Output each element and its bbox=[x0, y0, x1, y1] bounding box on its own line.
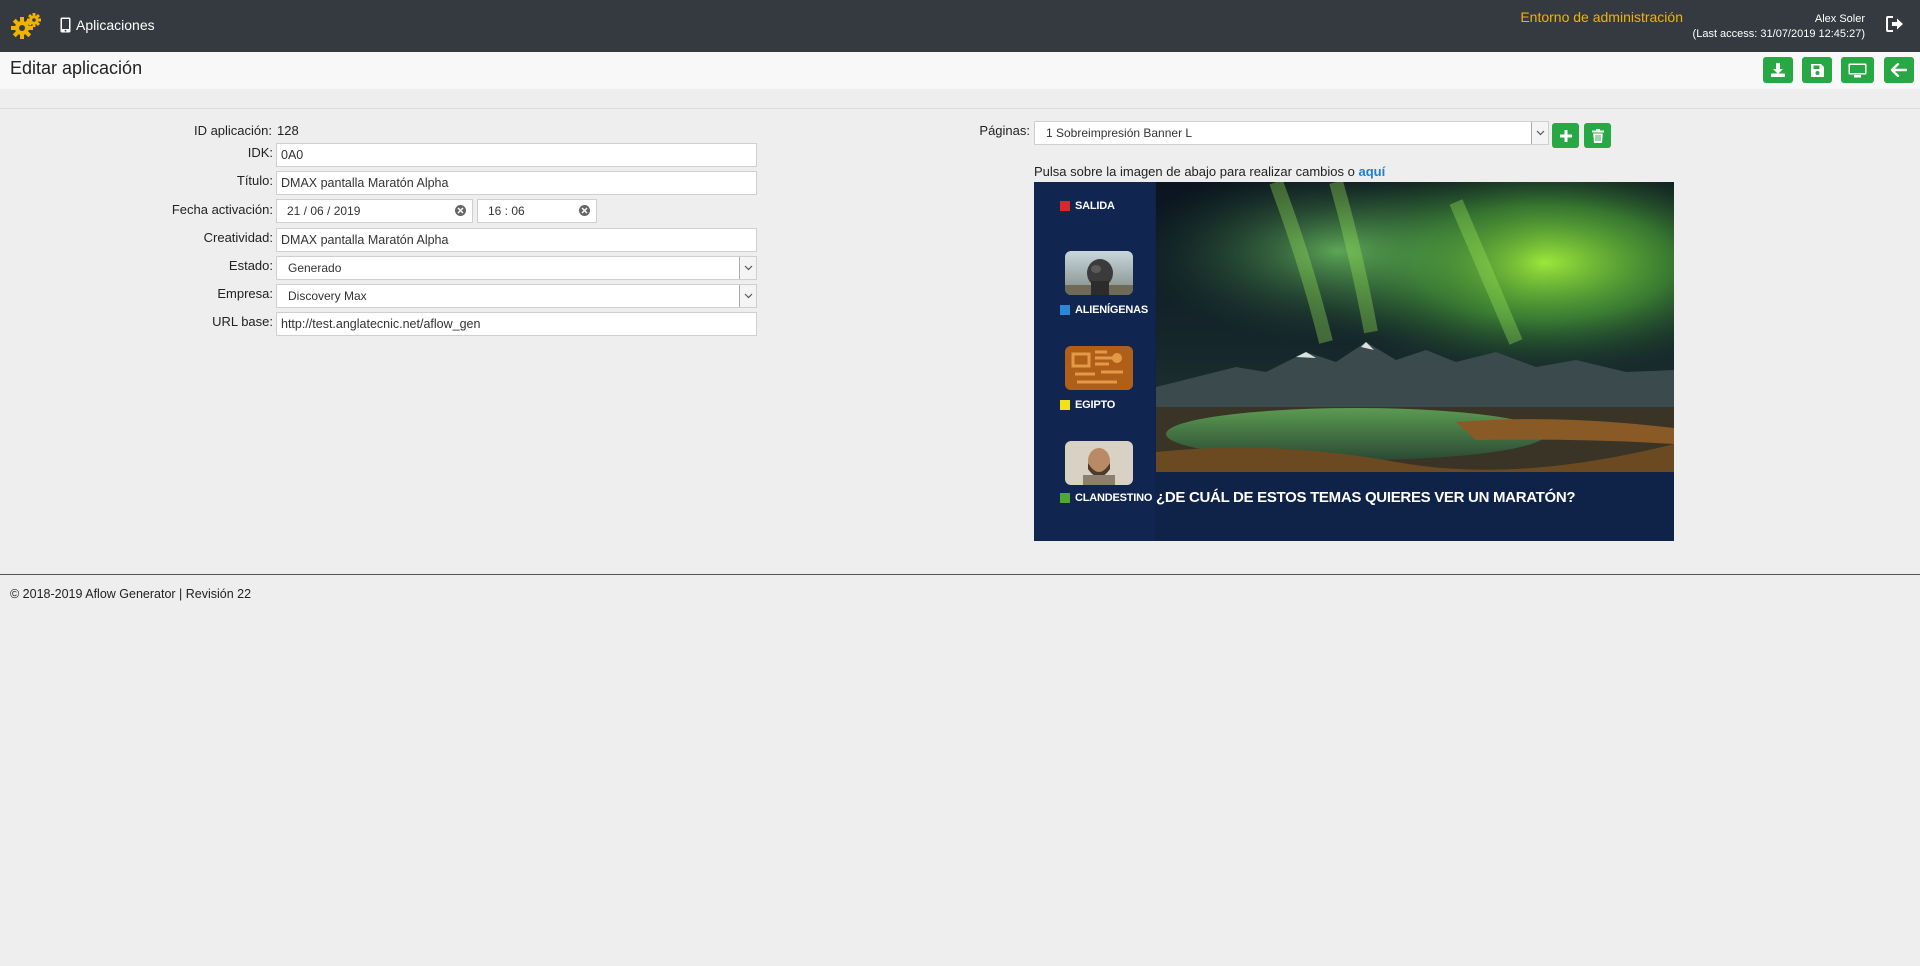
nav-aplicaciones-label: Aplicaciones bbox=[76, 17, 155, 33]
banner-option-alienigenas: ALIENÍGENAS bbox=[1060, 304, 1148, 316]
mobile-phone-icon bbox=[60, 17, 71, 33]
fecha-time-value: 16 : 06 bbox=[488, 204, 525, 218]
plus-icon bbox=[1559, 129, 1572, 142]
arrow-left-icon bbox=[1891, 63, 1907, 77]
chevron-down-icon[interactable] bbox=[739, 285, 756, 307]
paginas-label: Páginas: bbox=[979, 123, 1030, 138]
banner-option-label: SALIDA bbox=[1075, 200, 1115, 212]
clear-time-icon[interactable] bbox=[579, 205, 590, 216]
last-access: (Last access: 31/07/2019 12:45:27) bbox=[1692, 28, 1865, 40]
footer-text: © 2018-2019 Aflow Generator | Revisión 2… bbox=[10, 587, 252, 601]
save-button[interactable] bbox=[1802, 57, 1832, 83]
creatividad-label: Creatividad: bbox=[203, 230, 273, 245]
fecha-date-input[interactable]: 21 / 06 / 2019 bbox=[276, 199, 473, 223]
empresa-label: Empresa: bbox=[217, 286, 273, 301]
download-icon bbox=[1771, 63, 1785, 77]
estado-selected-value: Generado bbox=[288, 261, 342, 275]
gears-icon[interactable] bbox=[11, 12, 41, 40]
download-button[interactable] bbox=[1763, 57, 1793, 83]
green-square-icon bbox=[1060, 493, 1070, 503]
clandestino-thumbnail bbox=[1065, 441, 1133, 485]
edit-here-link[interactable]: aquí bbox=[1358, 164, 1385, 179]
idk-input[interactable]: 0A0 bbox=[276, 143, 757, 167]
page-header: Editar aplicación bbox=[0, 52, 1920, 89]
banner-option-label: ALIENÍGENAS bbox=[1075, 304, 1148, 316]
idk-label: IDK: bbox=[247, 145, 273, 160]
empresa-select[interactable]: Discovery Max bbox=[276, 284, 757, 308]
clear-date-icon[interactable] bbox=[455, 205, 466, 216]
monitor-icon bbox=[1848, 63, 1867, 77]
admin-environment-link[interactable]: Entorno de administración bbox=[1520, 9, 1683, 25]
id-aplicacion-label: ID aplicación: bbox=[193, 123, 272, 138]
titulo-input[interactable]: DMAX pantalla Maratón Alpha bbox=[276, 171, 757, 195]
url-base-input[interactable]: http://test.anglatecnic.net/aflow_gen bbox=[276, 312, 757, 336]
banner-option-clandestino: CLANDESTINO bbox=[1060, 492, 1152, 504]
yellow-square-icon bbox=[1060, 400, 1070, 410]
id-aplicacion-value: 128 bbox=[277, 123, 299, 138]
page-title: Editar aplicación bbox=[10, 58, 143, 78]
banner-option-label: EGIPTO bbox=[1075, 399, 1116, 411]
alien-thumbnail bbox=[1065, 251, 1133, 295]
trash-icon bbox=[1591, 128, 1604, 143]
red-square-icon bbox=[1060, 201, 1070, 211]
empresa-selected-value: Discovery Max bbox=[288, 289, 367, 303]
creatividad-input[interactable]: DMAX pantalla Maratón Alpha bbox=[276, 228, 757, 252]
chevron-down-icon[interactable] bbox=[1531, 122, 1548, 144]
preview-button[interactable] bbox=[1841, 57, 1874, 83]
blue-square-icon bbox=[1060, 305, 1070, 315]
paginas-select[interactable]: 1 Sobreimpresión Banner L bbox=[1034, 121, 1549, 145]
titulo-label: Título: bbox=[236, 173, 273, 188]
estado-select[interactable]: Generado bbox=[276, 256, 757, 280]
banner-option-label: CLANDESTINO bbox=[1075, 492, 1153, 504]
top-navbar: Aplicaciones Entorno de administración A… bbox=[0, 0, 1920, 52]
header-separator bbox=[0, 108, 1920, 109]
add-page-button[interactable] bbox=[1552, 123, 1579, 148]
aurora-photo bbox=[1156, 182, 1674, 472]
footer-separator bbox=[0, 574, 1920, 575]
chevron-down-icon[interactable] bbox=[739, 257, 756, 279]
save-icon bbox=[1810, 63, 1824, 77]
user-info: Alex Soler (Last access: 31/07/2019 12:4… bbox=[1693, 12, 1865, 42]
banner-preview-image[interactable]: SALIDA ALIENÍGENAS EGIPTO CLANDESTINO ¿D… bbox=[1034, 182, 1674, 541]
url-base-label: URL base: bbox=[212, 314, 273, 329]
banner-question: ¿DE CUÁL DE ESTOS TEMAS QUIERES VER UN M… bbox=[1156, 489, 1576, 506]
fecha-activacion-label: Fecha activación: bbox=[171, 202, 273, 217]
back-button[interactable] bbox=[1884, 57, 1914, 83]
delete-page-button[interactable] bbox=[1584, 123, 1611, 148]
fecha-date-value: 21 / 06 / 2019 bbox=[287, 204, 361, 218]
banner-option-egipto: EGIPTO bbox=[1060, 399, 1115, 411]
nav-aplicaciones-link[interactable]: Aplicaciones bbox=[60, 17, 155, 33]
egypt-thumbnail bbox=[1065, 346, 1133, 390]
estado-label: Estado: bbox=[228, 258, 273, 273]
logout-icon[interactable] bbox=[1886, 16, 1904, 32]
banner-option-salida: SALIDA bbox=[1060, 200, 1115, 212]
paginas-selected-value: 1 Sobreimpresión Banner L bbox=[1046, 126, 1193, 140]
user-name: Alex Soler bbox=[1814, 13, 1865, 25]
edit-hint: Pulsa sobre la imagen de abajo para real… bbox=[1034, 164, 1385, 179]
fecha-time-input[interactable]: 16 : 06 bbox=[477, 199, 597, 223]
edit-hint-text: Pulsa sobre la imagen de abajo para real… bbox=[1034, 164, 1359, 179]
